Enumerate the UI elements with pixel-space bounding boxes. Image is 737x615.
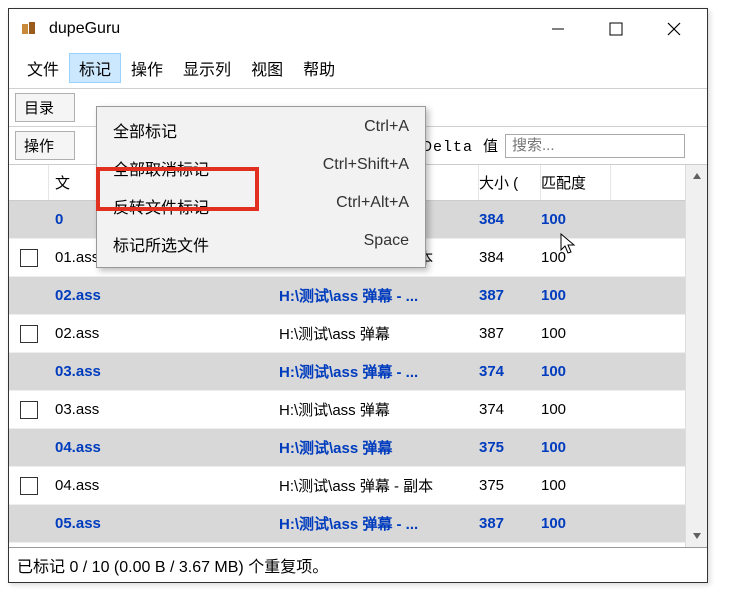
mark-dropdown: 全部标记 Ctrl+A 全部取消标记 Ctrl+Shift+A 反转文件标记 C…: [96, 106, 426, 268]
row-directory: H:\测试\ass 弹幕 - ...: [279, 285, 479, 306]
row-size: 375: [479, 477, 541, 494]
close-button[interactable]: [659, 14, 689, 44]
row-directory: H:\测试\ass 弹幕 - ...: [279, 361, 479, 382]
row-match: 100: [541, 401, 611, 418]
row-match: 100: [541, 477, 611, 494]
scroll-down-icon[interactable]: [686, 525, 707, 547]
titlebar: dupeGuru: [9, 9, 707, 49]
row-size: 387: [479, 287, 541, 304]
dd-label: 全部取消标记: [113, 156, 323, 180]
menu-help[interactable]: 帮助: [293, 53, 345, 83]
dd-shortcut: Ctrl+A: [364, 118, 409, 142]
search-input[interactable]: [505, 134, 685, 158]
row-match: 100: [541, 211, 611, 228]
row-directory: H:\测试\ass 弹幕: [279, 399, 479, 420]
col-match-header[interactable]: 匹配度: [541, 165, 611, 200]
row-checkbox[interactable]: [20, 325, 38, 343]
row-match: 100: [541, 287, 611, 304]
scroll-up-icon[interactable]: [686, 165, 707, 187]
menu-mark[interactable]: 标记: [69, 53, 121, 83]
table-row[interactable]: 04.assH:\测试\ass 弹幕 - 副本375100: [9, 467, 707, 505]
statusbar: 已标记 0 / 10 (0.00 B / 3.67 MB) 个重复项。: [9, 547, 707, 582]
row-match: 100: [541, 439, 611, 456]
dd-invert-mark[interactable]: 反转文件标记 Ctrl+Alt+A: [99, 187, 423, 225]
row-checkbox[interactable]: [20, 401, 38, 419]
row-filename: 04.ass: [49, 477, 279, 494]
dd-label: 反转文件标记: [113, 194, 336, 218]
row-size: 374: [479, 401, 541, 418]
table-row[interactable]: 04.assH:\测试\ass 弹幕375100: [9, 429, 707, 467]
table-row[interactable]: 03.assH:\测试\ass 弹幕 - ...374100: [9, 353, 707, 391]
row-match: 100: [541, 363, 611, 380]
table-row[interactable]: 03.assH:\测试\ass 弹幕374100: [9, 391, 707, 429]
dd-label: 标记所选文件: [113, 232, 364, 256]
menu-file[interactable]: 文件: [17, 53, 69, 83]
actions-button[interactable]: 操作: [15, 131, 75, 160]
menu-columns[interactable]: 显示列: [173, 53, 241, 83]
table-row[interactable]: 05.assH:\测试\ass 弹幕 - ...387100: [9, 505, 707, 543]
row-filename: 03.ass: [49, 363, 279, 380]
row-directory: H:\测试\ass 弹幕 - ...: [279, 513, 479, 534]
dd-mark-all[interactable]: 全部标记 Ctrl+A: [99, 111, 423, 149]
col-size-header[interactable]: 大小 (: [479, 165, 541, 200]
maximize-button[interactable]: [601, 14, 631, 44]
row-size: 374: [479, 363, 541, 380]
dd-shortcut: Ctrl+Shift+A: [323, 156, 409, 180]
dd-shortcut: Ctrl+Alt+A: [336, 194, 409, 218]
app-window: dupeGuru 文件 标记 操作 显示列 视图 帮助 目录 操作 De: [8, 8, 708, 583]
row-size: 375: [479, 439, 541, 456]
row-checkbox-cell: [9, 477, 49, 495]
scrollbar-vertical[interactable]: [685, 165, 707, 547]
row-size: 387: [479, 325, 541, 342]
row-checkbox[interactable]: [20, 249, 38, 267]
directories-button[interactable]: 目录: [15, 93, 75, 122]
minimize-button[interactable]: [543, 14, 573, 44]
row-filename: 02.ass: [49, 287, 279, 304]
row-checkbox-cell: [9, 401, 49, 419]
row-size: 384: [479, 249, 541, 266]
row-checkbox-cell: [9, 249, 49, 267]
window-controls: [543, 14, 689, 44]
row-filename: 05.ass: [49, 515, 279, 532]
row-match: 100: [541, 249, 611, 266]
table-row[interactable]: 02.assH:\测试\ass 弹幕 - ...387100: [9, 277, 707, 315]
row-directory: H:\测试\ass 弹幕: [279, 323, 479, 344]
row-size: 387: [479, 515, 541, 532]
row-size: 384: [479, 211, 541, 228]
table-row[interactable]: 02.assH:\测试\ass 弹幕387100: [9, 315, 707, 353]
row-match: 100: [541, 325, 611, 342]
menubar: 文件 标记 操作 显示列 视图 帮助: [9, 49, 707, 88]
row-filename: 03.ass: [49, 401, 279, 418]
dd-shortcut: Space: [364, 232, 409, 256]
status-text: 已标记 0 / 10 (0.00 B / 3.67 MB) 个重复项。: [17, 559, 328, 576]
window-title: dupeGuru: [49, 20, 120, 38]
delta-label: Delta 值: [423, 135, 499, 156]
table-row[interactable]: 05.assH:\测试\ass 弹幕387100: [9, 543, 707, 547]
row-filename: 04.ass: [49, 439, 279, 456]
row-directory: H:\测试\ass 弹幕 - 副本: [279, 475, 479, 496]
row-match: 100: [541, 515, 611, 532]
dd-label: 全部标记: [113, 118, 364, 142]
menu-view[interactable]: 视图: [241, 53, 293, 83]
dd-unmark-all[interactable]: 全部取消标记 Ctrl+Shift+A: [99, 149, 423, 187]
menu-actions[interactable]: 操作: [121, 53, 173, 83]
col-check-header[interactable]: [9, 165, 49, 200]
row-directory: H:\测试\ass 弹幕: [279, 437, 479, 458]
row-filename: 02.ass: [49, 325, 279, 342]
row-checkbox-cell: [9, 325, 49, 343]
dd-mark-selected[interactable]: 标记所选文件 Space: [99, 225, 423, 263]
row-checkbox[interactable]: [20, 477, 38, 495]
app-icon: [19, 19, 39, 39]
